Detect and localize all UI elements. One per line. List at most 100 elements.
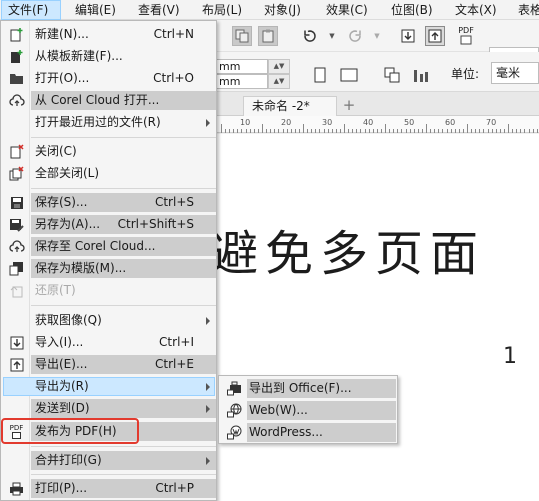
- import-icon[interactable]: [398, 26, 418, 46]
- ruler-tick: [324, 129, 325, 133]
- ruler-tick: [463, 129, 464, 133]
- redo-icon[interactable]: [345, 26, 365, 46]
- landscape-icon[interactable]: [337, 65, 361, 85]
- ruler-tick: [332, 129, 333, 133]
- ruler-tick: [459, 129, 460, 133]
- ruler-tick: [410, 129, 411, 133]
- portrait-icon[interactable]: [310, 65, 330, 85]
- menu-layout[interactable]: 布局(L): [202, 0, 242, 20]
- submenu-arrow-icon: [206, 119, 210, 127]
- menu-item-label: 发送到(D): [35, 401, 90, 415]
- ruler-tick: [385, 124, 386, 133]
- menu-edit[interactable]: 编辑(E): [75, 0, 116, 20]
- menu-item-label: 打开最近用过的文件(R): [35, 115, 161, 129]
- menu-file[interactable]: 文件(F): [1, 0, 61, 20]
- ruler-tick: [475, 129, 476, 133]
- ruler-tick: [237, 129, 238, 133]
- menu-item-open[interactable]: 打开(O)... Ctrl+O: [1, 68, 216, 89]
- menu-item-export-for[interactable]: 导出为(R): [1, 376, 216, 397]
- ruler-tick: [274, 129, 275, 133]
- ruler-mark: 50: [404, 118, 415, 127]
- menu-item-label: 另存为(A)...: [35, 217, 101, 231]
- menu-item-import[interactable]: 导入(I)... Ctrl+I: [1, 332, 216, 353]
- menu-item-export[interactable]: 导出(E)... Ctrl+E: [1, 354, 216, 375]
- ruler-tick: [262, 124, 263, 133]
- template-icon: [8, 48, 25, 65]
- menu-item-save-as[interactable]: 另存为(A)... Ctrl+Shift+S: [1, 214, 216, 235]
- menu-item-label: 导入(I)...: [35, 335, 84, 349]
- page-number-text[interactable]: 1: [503, 344, 517, 369]
- menu-bitmaps[interactable]: 位图(B): [391, 0, 433, 20]
- menu-item-label: 合并打印(G): [35, 453, 102, 467]
- ruler-tick: [479, 129, 480, 133]
- menu-table[interactable]: 表格: [518, 0, 539, 20]
- menu-item-close[interactable]: 关闭(C): [1, 141, 216, 162]
- menu-item-save-to-cloud[interactable]: 保存至 Corel Cloud...: [1, 236, 216, 257]
- ruler-tick: [319, 129, 320, 133]
- menu-item-export-wordpress[interactable]: WordPress...: [219, 422, 397, 443]
- ruler-tick: [233, 129, 234, 133]
- redo-dropdown-icon[interactable]: ▼: [367, 26, 387, 46]
- height-field[interactable]: mm: [216, 74, 268, 89]
- menu-item-save-as-template[interactable]: 保存为模版(M)...: [1, 258, 216, 279]
- ruler-tick: [287, 129, 288, 133]
- export-icon: [8, 356, 25, 373]
- ruler-tick: [455, 129, 456, 133]
- ruler-tick: [299, 129, 300, 133]
- ruler-tick: [524, 129, 525, 133]
- save-as-icon: [8, 216, 25, 233]
- publish-pdf-icon[interactable]: PDF: [454, 24, 478, 48]
- canvas-heading-text[interactable]: 避免多页面: [210, 214, 485, 284]
- ruler-tick: [315, 129, 316, 133]
- export-icon[interactable]: [425, 26, 445, 46]
- menu-item-print[interactable]: 打印(P)... Ctrl+P: [1, 478, 216, 499]
- width-spinner[interactable]: ▲▼: [268, 59, 290, 74]
- menu-object[interactable]: 对象(J): [264, 0, 301, 20]
- menu-item-print-merge[interactable]: 合并打印(G): [1, 450, 216, 471]
- menu-item-open-from-cloud[interactable]: 从 Corel Cloud 打开...: [1, 90, 216, 111]
- menu-item-open-recent[interactable]: 打开最近用过的文件(R): [1, 112, 216, 133]
- ruler-tick: [250, 129, 251, 133]
- menu-view[interactable]: 查看(V): [138, 0, 180, 20]
- menu-separator: [31, 446, 216, 447]
- new-tab-button[interactable]: +: [341, 97, 357, 113]
- menu-item-save[interactable]: 保存(S)... Ctrl+S: [1, 192, 216, 213]
- tab-untitled-2[interactable]: 未命名 -2*: [243, 96, 337, 116]
- ruler-tick: [520, 129, 521, 133]
- paste-icon[interactable]: [258, 26, 278, 46]
- ruler-mark: 10: [240, 118, 251, 127]
- menu-item-export-to-office[interactable]: 导出到 Office(F)...: [219, 378, 397, 399]
- copy-icon[interactable]: [232, 26, 252, 46]
- menu-item-label: 打开(O)...: [35, 71, 90, 85]
- undo-dropdown-icon[interactable]: ▼: [322, 26, 342, 46]
- export-for-submenu: 导出到 Office(F)... Web(W)... WordPress...: [218, 375, 398, 444]
- menu-item-export-web[interactable]: Web(W)...: [219, 400, 397, 421]
- menu-item-label: 获取图像(Q): [35, 313, 102, 327]
- menu-item-close-all[interactable]: 全部关闭(L): [1, 163, 216, 184]
- ruler-tick: [471, 129, 472, 133]
- submenu-arrow-icon: [206, 383, 210, 391]
- submenu-arrow-icon: [206, 457, 210, 465]
- printer-icon: [8, 480, 25, 497]
- undo-icon[interactable]: [300, 26, 320, 46]
- menu-item-new[interactable]: 新建(N)... Ctrl+N: [1, 24, 216, 45]
- briefcase-icon: [226, 380, 243, 397]
- ruler-tick: [406, 129, 407, 133]
- menu-effects[interactable]: 效果(C): [326, 0, 368, 20]
- cloud-upload-icon: [8, 238, 25, 255]
- menu-item-acquire-image[interactable]: 获取图像(Q): [1, 310, 216, 331]
- ruler-tick: [418, 129, 419, 133]
- menu-text[interactable]: 文本(X): [455, 0, 497, 20]
- menu-item-new-from-template[interactable]: 从模板新建(F)...: [1, 46, 216, 67]
- height-spinner[interactable]: ▲▼: [268, 74, 290, 89]
- all-pages-icon[interactable]: [382, 65, 402, 85]
- units-dropdown[interactable]: 毫米: [491, 62, 539, 84]
- ruler-mark: 70: [486, 118, 497, 127]
- ruler-tick: [258, 129, 259, 133]
- menu-item-send-to[interactable]: 发送到(D): [1, 398, 216, 419]
- menu-item-label: 导出(E)...: [35, 357, 88, 371]
- width-field[interactable]: mm: [216, 59, 268, 74]
- ruler-tick: [270, 129, 271, 133]
- units-label: 单位:: [451, 67, 480, 81]
- current-page-icon[interactable]: [411, 65, 431, 85]
